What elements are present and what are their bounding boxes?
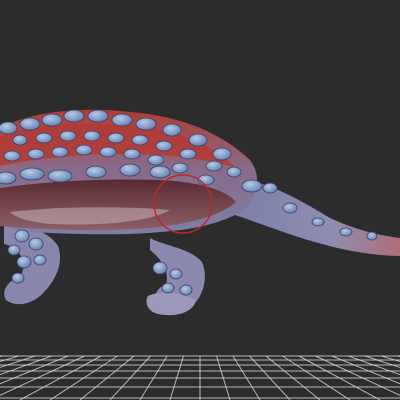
osteoderm-scute xyxy=(241,179,263,193)
osteoderm-scute xyxy=(0,171,17,185)
osteoderm-scute xyxy=(339,227,353,237)
osteoderm-scute xyxy=(262,182,278,194)
osteoderm-scute xyxy=(311,217,325,227)
osteoderm-scute xyxy=(99,146,117,158)
osteoderm-scute xyxy=(27,148,45,160)
osteoderm-scute xyxy=(51,146,69,158)
osteoderm-scute xyxy=(226,166,242,178)
osteoderm-scute xyxy=(188,133,208,147)
osteoderm-scute xyxy=(75,144,93,156)
osteoderm-scute xyxy=(131,134,149,146)
osteoderm-scute xyxy=(3,150,21,162)
osteoderm-scute xyxy=(12,134,28,146)
osteoderm-scute xyxy=(179,148,197,160)
3d-viewport[interactable] xyxy=(0,0,400,400)
osteoderm-scute xyxy=(123,148,141,160)
osteoderm-scute xyxy=(47,169,73,183)
osteoderm-scute xyxy=(11,272,25,284)
osteoderm-scute xyxy=(41,113,63,127)
osteoderm-scute xyxy=(366,231,378,241)
osteoderm-scute xyxy=(63,109,85,123)
osteoderm-scute xyxy=(16,255,32,269)
osteoderm-scute xyxy=(149,165,171,179)
osteoderm-scute xyxy=(19,167,45,181)
osteoderm-scute xyxy=(161,282,175,294)
osteoderm-scute xyxy=(0,121,18,135)
osteoderm-scute xyxy=(59,130,77,142)
osteoderm-scute xyxy=(111,113,133,127)
osteoderm-scute xyxy=(205,160,223,172)
osteoderm-scute xyxy=(7,244,21,256)
viewport-canvas[interactable] xyxy=(0,0,400,400)
osteoderm-scute xyxy=(147,154,165,166)
osteoderm-scute xyxy=(19,117,41,131)
osteoderm-scute xyxy=(14,229,30,243)
osteoderm-scute xyxy=(212,147,232,161)
osteoderm-scute xyxy=(119,163,141,177)
osteoderm-scute xyxy=(35,132,53,144)
osteoderm-scute xyxy=(152,261,168,275)
osteoderm-scute xyxy=(169,268,183,280)
osteoderm-scute xyxy=(107,132,125,144)
osteoderm-scute xyxy=(155,140,173,152)
osteoderm-scute xyxy=(28,237,44,251)
osteoderm-scute xyxy=(282,202,298,214)
osteoderm-scute xyxy=(85,165,107,179)
osteoderm-scute xyxy=(179,284,193,296)
osteoderm-scute xyxy=(162,123,182,137)
osteoderm-scute xyxy=(171,162,189,174)
osteoderm-scute xyxy=(33,254,47,266)
osteoderm-scute xyxy=(83,130,101,142)
osteoderm-scute xyxy=(135,117,157,131)
osteoderm-scute xyxy=(87,109,109,123)
